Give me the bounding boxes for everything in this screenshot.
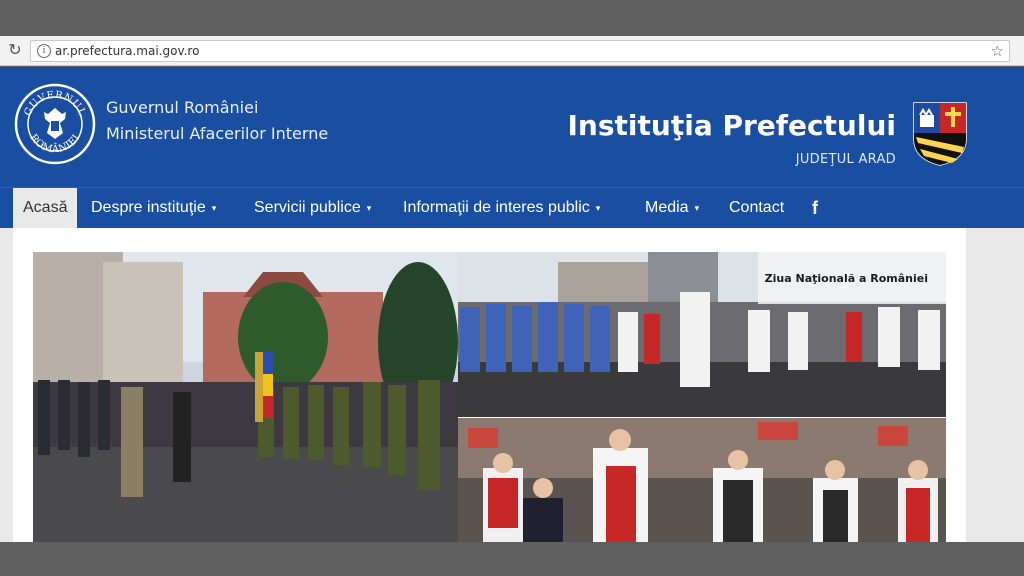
ceremony-photo[interactable] xyxy=(33,252,458,542)
facebook-icon[interactable]: f xyxy=(812,188,818,229)
ministry-name: Ministerul Afacerilor Interne xyxy=(106,124,329,143)
site-header: GUVERNUL ROMÂNIEI Guvernul României Mini… xyxy=(0,67,1024,187)
main-navigation: Acasă Despre instituţie ▾ Servicii public… xyxy=(0,187,1024,229)
screen: ↻ i ar.prefectura.mai.gov.ro ☆ GUVERNUL … xyxy=(0,0,1024,576)
nav-public-info[interactable]: Informaţii de interes public ▾ xyxy=(403,188,600,229)
chevron-down-icon: ▾ xyxy=(694,203,700,213)
nav-contact-label: Contact xyxy=(729,199,785,216)
county-name: JUDEŢUL ARAD xyxy=(795,152,896,167)
coat-of-arms-logo xyxy=(913,102,967,166)
star-icon[interactable]: ☆ xyxy=(991,42,1004,60)
chevron-down-icon: ▾ xyxy=(366,203,372,213)
bottom-bezel xyxy=(0,542,1024,576)
address-bar[interactable]: i ar.prefectura.mai.gov.ro ☆ xyxy=(30,40,1010,62)
chevron-down-icon: ▾ xyxy=(595,203,601,213)
content-panel: Ziua Naţională a României xyxy=(13,228,966,542)
nav-public-info-label: Informaţii de interes public xyxy=(403,199,590,217)
url-text[interactable]: ar.prefectura.mai.gov.ro xyxy=(55,44,199,58)
government-seal-logo[interactable]: GUVERNUL ROMÂNIEI xyxy=(14,83,96,165)
nav-public-services-label: Servicii publice xyxy=(254,199,361,217)
nav-about[interactable]: Despre instituţie ▾ xyxy=(91,188,216,229)
gallery-caption: Ziua Naţională a României xyxy=(765,272,928,285)
top-bezel xyxy=(0,0,1024,36)
nav-media-label: Media xyxy=(645,199,689,217)
nav-about-label: Despre instituţie xyxy=(91,199,206,217)
nav-media[interactable]: Media ▾ xyxy=(645,188,699,229)
folk-dancers-photo[interactable]: Ziua Naţională a României xyxy=(458,252,946,417)
nav-contact[interactable]: Contact xyxy=(729,188,784,229)
browser-toolbar: ↻ i ar.prefectura.mai.gov.ro ☆ xyxy=(0,36,1024,66)
reload-icon[interactable]: ↻ xyxy=(6,41,24,59)
info-icon[interactable]: i xyxy=(37,44,51,58)
government-name: Guvernul României xyxy=(106,98,259,117)
children-dance-photo[interactable] xyxy=(458,418,946,542)
nav-public-services[interactable]: Servicii publice ▾ xyxy=(254,188,371,229)
institution-title[interactable]: Instituţia Prefectului xyxy=(568,109,896,142)
nav-home-label: Acasă xyxy=(23,199,68,216)
main-content: Ziua Naţională a României xyxy=(0,228,1024,542)
chevron-down-icon: ▾ xyxy=(211,203,217,213)
nav-home[interactable]: Acasă xyxy=(13,188,78,229)
